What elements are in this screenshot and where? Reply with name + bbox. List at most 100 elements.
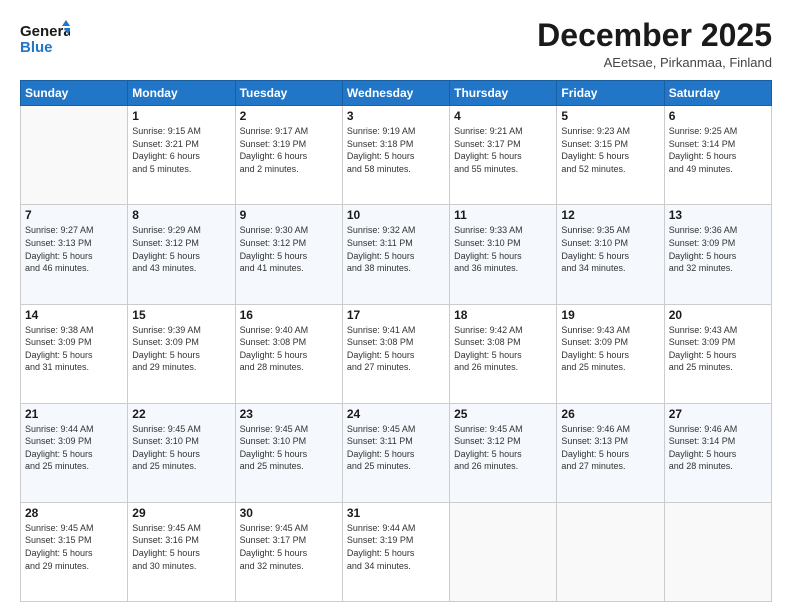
table-row bbox=[450, 502, 557, 601]
day-info: Sunrise: 9:40 AM Sunset: 3:08 PM Dayligh… bbox=[240, 324, 338, 374]
day-info: Sunrise: 9:45 AM Sunset: 3:17 PM Dayligh… bbox=[240, 522, 338, 572]
day-number: 18 bbox=[454, 308, 552, 322]
day-number: 1 bbox=[132, 109, 230, 123]
day-number: 2 bbox=[240, 109, 338, 123]
day-info: Sunrise: 9:39 AM Sunset: 3:09 PM Dayligh… bbox=[132, 324, 230, 374]
day-info: Sunrise: 9:43 AM Sunset: 3:09 PM Dayligh… bbox=[561, 324, 659, 374]
table-row: 14 Sunrise: 9:38 AM Sunset: 3:09 PM Dayli… bbox=[21, 304, 128, 403]
table-row: 6 Sunrise: 9:25 AM Sunset: 3:14 PM Daylig… bbox=[664, 106, 771, 205]
day-number: 15 bbox=[132, 308, 230, 322]
calendar-week-row: 14 Sunrise: 9:38 AM Sunset: 3:09 PM Dayli… bbox=[21, 304, 772, 403]
day-info: Sunrise: 9:42 AM Sunset: 3:08 PM Dayligh… bbox=[454, 324, 552, 374]
calendar-week-row: 28 Sunrise: 9:45 AM Sunset: 3:15 PM Dayli… bbox=[21, 502, 772, 601]
table-row: 15 Sunrise: 9:39 AM Sunset: 3:09 PM Dayli… bbox=[128, 304, 235, 403]
day-number: 12 bbox=[561, 208, 659, 222]
table-row bbox=[557, 502, 664, 601]
day-number: 14 bbox=[25, 308, 123, 322]
table-row: 10Sunrise: 9:32 AM Sunset: 3:11 PM Dayli… bbox=[342, 205, 449, 304]
day-number: 7 bbox=[25, 208, 123, 222]
table-row bbox=[664, 502, 771, 601]
logo-icon: General Blue bbox=[20, 18, 70, 60]
day-info: Sunrise: 9:45 AM Sunset: 3:16 PM Dayligh… bbox=[132, 522, 230, 572]
day-info: Sunrise: 9:23 AM Sunset: 3:15 PM Dayligh… bbox=[561, 125, 659, 175]
day-info: Sunrise: 9:17 AM Sunset: 3:19 PM Dayligh… bbox=[240, 125, 338, 175]
day-number: 11 bbox=[454, 208, 552, 222]
col-thursday: Thursday bbox=[450, 81, 557, 106]
day-number: 24 bbox=[347, 407, 445, 421]
col-wednesday: Wednesday bbox=[342, 81, 449, 106]
table-row: 29 Sunrise: 9:45 AM Sunset: 3:16 PM Dayli… bbox=[128, 502, 235, 601]
day-number: 23 bbox=[240, 407, 338, 421]
day-info: Sunrise: 9:45 AM Sunset: 3:10 PM Dayligh… bbox=[132, 423, 230, 473]
col-monday: Monday bbox=[128, 81, 235, 106]
day-number: 29 bbox=[132, 506, 230, 520]
day-number: 10 bbox=[347, 208, 445, 222]
table-row: 28 Sunrise: 9:45 AM Sunset: 3:15 PM Dayli… bbox=[21, 502, 128, 601]
day-number: 31 bbox=[347, 506, 445, 520]
day-number: 21 bbox=[25, 407, 123, 421]
day-info: Sunrise: 9:41 AM Sunset: 3:08 PM Dayligh… bbox=[347, 324, 445, 374]
day-number: 5 bbox=[561, 109, 659, 123]
table-row: 17Sunrise: 9:41 AM Sunset: 3:08 PM Dayli… bbox=[342, 304, 449, 403]
svg-text:Blue: Blue bbox=[20, 39, 53, 56]
day-info: Sunrise: 9:38 AM Sunset: 3:09 PM Dayligh… bbox=[25, 324, 123, 374]
table-row: 2 Sunrise: 9:17 AM Sunset: 3:19 PM Daylig… bbox=[235, 106, 342, 205]
table-row: 21 Sunrise: 9:44 AM Sunset: 3:09 PM Dayli… bbox=[21, 403, 128, 502]
day-info: Sunrise: 9:27 AM Sunset: 3:13 PM Dayligh… bbox=[25, 224, 123, 274]
day-info: Sunrise: 9:25 AM Sunset: 3:14 PM Dayligh… bbox=[669, 125, 767, 175]
table-row: 13 Sunrise: 9:36 AM Sunset: 3:09 PM Dayli… bbox=[664, 205, 771, 304]
table-row: 8 Sunrise: 9:29 AM Sunset: 3:12 PM Daylig… bbox=[128, 205, 235, 304]
day-number: 22 bbox=[132, 407, 230, 421]
day-info: Sunrise: 9:43 AM Sunset: 3:09 PM Dayligh… bbox=[669, 324, 767, 374]
table-row: 26Sunrise: 9:46 AM Sunset: 3:13 PM Dayli… bbox=[557, 403, 664, 502]
calendar-header-row: Sunday Monday Tuesday Wednesday Thursday… bbox=[21, 81, 772, 106]
day-info: Sunrise: 9:30 AM Sunset: 3:12 PM Dayligh… bbox=[240, 224, 338, 274]
location: AEetsae, Pirkanmaa, Finland bbox=[537, 55, 772, 70]
day-info: Sunrise: 9:44 AM Sunset: 3:09 PM Dayligh… bbox=[25, 423, 123, 473]
table-row: 11 Sunrise: 9:33 AM Sunset: 3:10 PM Dayli… bbox=[450, 205, 557, 304]
table-row bbox=[21, 106, 128, 205]
day-info: Sunrise: 9:33 AM Sunset: 3:10 PM Dayligh… bbox=[454, 224, 552, 274]
month-title: December 2025 bbox=[537, 18, 772, 53]
header: General Blue December 2025 AEetsae, Pirk… bbox=[20, 18, 772, 70]
day-number: 6 bbox=[669, 109, 767, 123]
day-number: 13 bbox=[669, 208, 767, 222]
logo: General Blue bbox=[20, 18, 70, 65]
day-info: Sunrise: 9:19 AM Sunset: 3:18 PM Dayligh… bbox=[347, 125, 445, 175]
calendar-table: Sunday Monday Tuesday Wednesday Thursday… bbox=[20, 80, 772, 602]
day-number: 20 bbox=[669, 308, 767, 322]
day-info: Sunrise: 9:36 AM Sunset: 3:09 PM Dayligh… bbox=[669, 224, 767, 274]
day-number: 27 bbox=[669, 407, 767, 421]
day-info: Sunrise: 9:29 AM Sunset: 3:12 PM Dayligh… bbox=[132, 224, 230, 274]
calendar-page: General Blue December 2025 AEetsae, Pirk… bbox=[0, 0, 792, 612]
day-info: Sunrise: 9:46 AM Sunset: 3:14 PM Dayligh… bbox=[669, 423, 767, 473]
calendar-week-row: 21 Sunrise: 9:44 AM Sunset: 3:09 PM Dayli… bbox=[21, 403, 772, 502]
day-info: Sunrise: 9:45 AM Sunset: 3:12 PM Dayligh… bbox=[454, 423, 552, 473]
table-row: 9Sunrise: 9:30 AM Sunset: 3:12 PM Daylig… bbox=[235, 205, 342, 304]
day-number: 28 bbox=[25, 506, 123, 520]
table-row: 7 Sunrise: 9:27 AM Sunset: 3:13 PM Daylig… bbox=[21, 205, 128, 304]
col-sunday: Sunday bbox=[21, 81, 128, 106]
day-info: Sunrise: 9:45 AM Sunset: 3:11 PM Dayligh… bbox=[347, 423, 445, 473]
table-row: 24 Sunrise: 9:45 AM Sunset: 3:11 PM Dayli… bbox=[342, 403, 449, 502]
table-row: 16Sunrise: 9:40 AM Sunset: 3:08 PM Dayli… bbox=[235, 304, 342, 403]
table-row: 25Sunrise: 9:45 AM Sunset: 3:12 PM Dayli… bbox=[450, 403, 557, 502]
table-row: 19Sunrise: 9:43 AM Sunset: 3:09 PM Dayli… bbox=[557, 304, 664, 403]
table-row: 1 Sunrise: 9:15 AM Sunset: 3:21 PM Daylig… bbox=[128, 106, 235, 205]
day-info: Sunrise: 9:35 AM Sunset: 3:10 PM Dayligh… bbox=[561, 224, 659, 274]
day-number: 30 bbox=[240, 506, 338, 520]
day-info: Sunrise: 9:45 AM Sunset: 3:15 PM Dayligh… bbox=[25, 522, 123, 572]
table-row: 20 Sunrise: 9:43 AM Sunset: 3:09 PM Dayli… bbox=[664, 304, 771, 403]
title-block: December 2025 AEetsae, Pirkanmaa, Finlan… bbox=[537, 18, 772, 70]
table-row: 18 Sunrise: 9:42 AM Sunset: 3:08 PM Dayli… bbox=[450, 304, 557, 403]
day-info: Sunrise: 9:21 AM Sunset: 3:17 PM Dayligh… bbox=[454, 125, 552, 175]
col-friday: Friday bbox=[557, 81, 664, 106]
day-info: Sunrise: 9:45 AM Sunset: 3:10 PM Dayligh… bbox=[240, 423, 338, 473]
table-row: 30 Sunrise: 9:45 AM Sunset: 3:17 PM Dayli… bbox=[235, 502, 342, 601]
table-row: 5 Sunrise: 9:23 AM Sunset: 3:15 PM Daylig… bbox=[557, 106, 664, 205]
day-number: 26 bbox=[561, 407, 659, 421]
day-number: 8 bbox=[132, 208, 230, 222]
table-row: 27 Sunrise: 9:46 AM Sunset: 3:14 PM Dayli… bbox=[664, 403, 771, 502]
day-info: Sunrise: 9:15 AM Sunset: 3:21 PM Dayligh… bbox=[132, 125, 230, 175]
table-row: 23 Sunrise: 9:45 AM Sunset: 3:10 PM Dayli… bbox=[235, 403, 342, 502]
